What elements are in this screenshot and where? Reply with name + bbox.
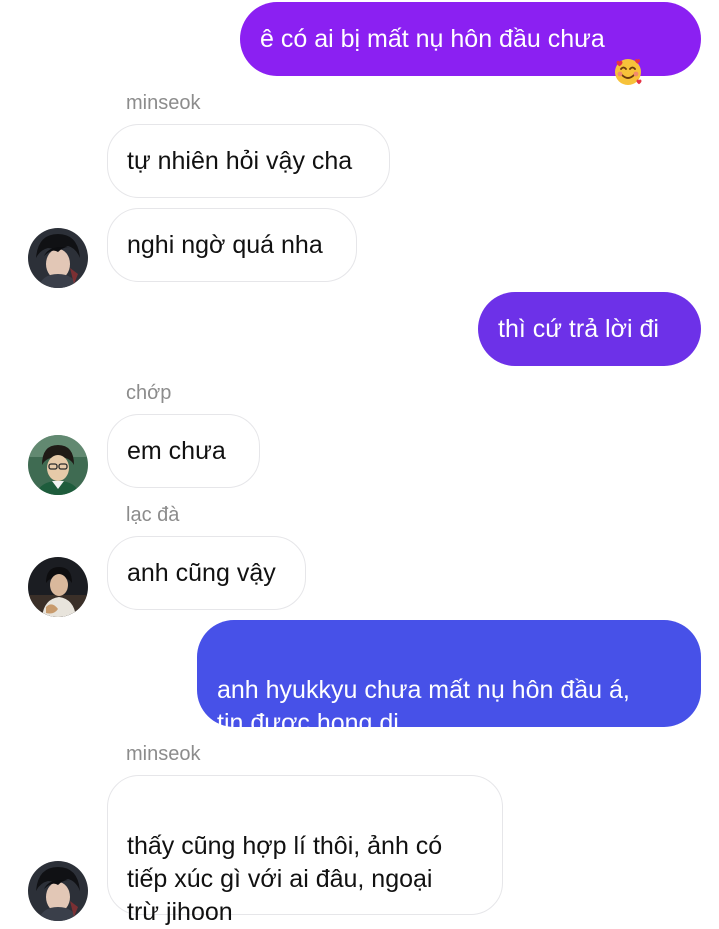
outgoing-message-bubble[interactable]: ê có ai bị mất nụ hôn đầu chưa bbox=[240, 2, 701, 85]
message-text: em chưa bbox=[127, 436, 226, 465]
message-text: tự nhiên hỏi vậy cha bbox=[127, 146, 353, 175]
message-text: anh cũng vậy bbox=[127, 558, 276, 587]
message-text: nghi ngờ quá nha bbox=[127, 230, 323, 259]
message-text: ê có ai bị mất nụ hôn đầu chưa bbox=[260, 24, 605, 53]
avatar[interactable] bbox=[28, 435, 88, 495]
incoming-message-bubble[interactable]: nghi ngờ quá nha bbox=[107, 208, 357, 282]
incoming-message-bubble[interactable]: tự nhiên hỏi vậy cha bbox=[107, 124, 390, 198]
sender-name: chớp bbox=[126, 382, 172, 404]
incoming-message-bubble[interactable]: em chưa bbox=[107, 414, 260, 488]
avatar[interactable] bbox=[28, 557, 88, 617]
message-text: thì cứ trả lời đi bbox=[498, 314, 659, 343]
sender-name: minseok bbox=[126, 92, 201, 114]
outgoing-message-bubble[interactable]: thì cứ trả lời đi bbox=[478, 292, 701, 366]
message-text: thấy cũng hợp lí thôi, ảnh có tiếp xúc g… bbox=[127, 832, 443, 926]
avatar[interactable] bbox=[28, 861, 88, 921]
incoming-message-bubble[interactable]: anh cũng vậy bbox=[107, 536, 306, 610]
message-text: anh hyukkyu chưa mất nụ hôn đầu á, tin đ… bbox=[217, 676, 630, 737]
incoming-message-bubble[interactable]: thấy cũng hợp lí thôi, ảnh có tiếp xúc g… bbox=[107, 775, 503, 926]
sender-name: lạc đà bbox=[126, 504, 180, 526]
sender-name: minseok bbox=[126, 743, 201, 765]
outgoing-message-bubble[interactable]: anh hyukkyu chưa mất nụ hôn đầu á, tin đ… bbox=[197, 620, 701, 737]
avatar[interactable] bbox=[28, 228, 88, 288]
smiling-face-with-hearts-icon bbox=[613, 24, 643, 85]
